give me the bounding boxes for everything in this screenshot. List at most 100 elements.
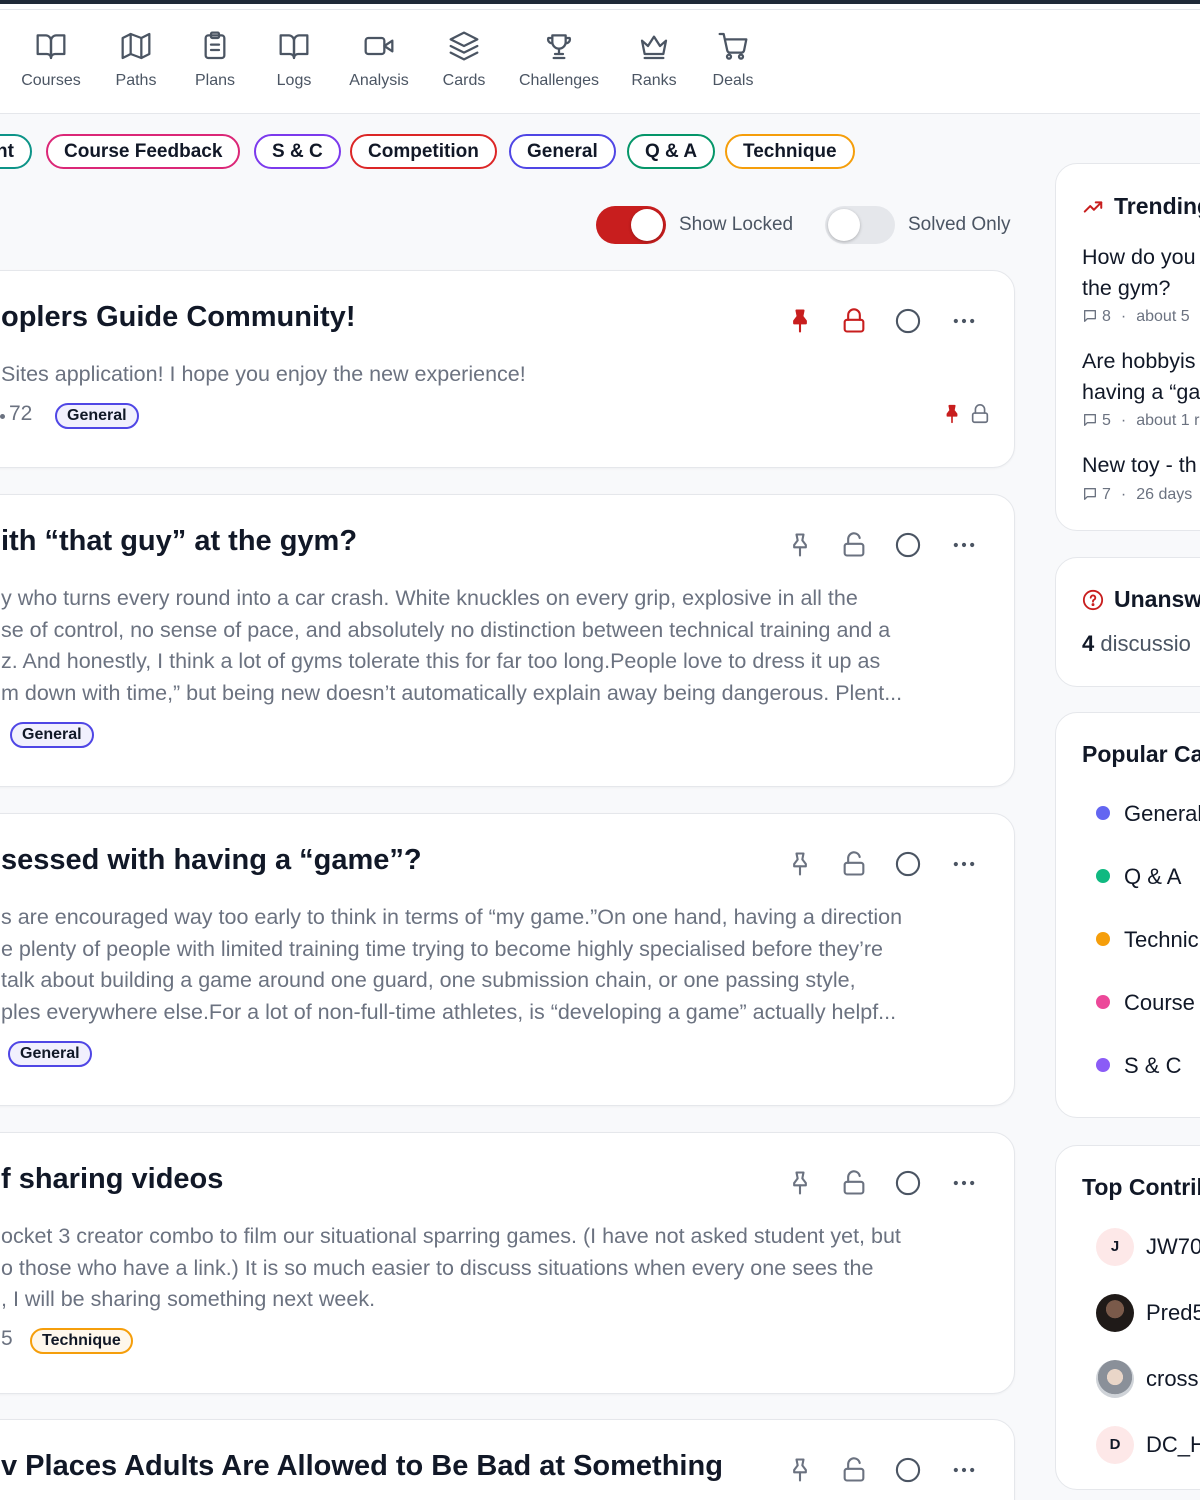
solved-circle-icon[interactable] — [894, 850, 922, 878]
contributor-item[interactable]: D DC_H — [1096, 1426, 1200, 1464]
popular-category-item[interactable]: Technic — [1096, 927, 1199, 953]
category-tag[interactable]: General — [8, 1041, 92, 1067]
avatar — [1096, 1360, 1134, 1398]
more-icon[interactable] — [950, 531, 978, 559]
locked-indicator-icon — [969, 403, 991, 430]
solved-only-label: Solved Only — [908, 214, 1011, 235]
category-color-dot — [1096, 932, 1110, 946]
popular-category-item[interactable]: Q & A — [1096, 864, 1181, 890]
nav-item-courses[interactable]: Courses — [9, 30, 93, 90]
solved-circle-icon[interactable] — [894, 531, 922, 559]
solved-circle-icon[interactable] — [894, 1169, 922, 1197]
show-locked-toggle[interactable] — [596, 206, 666, 244]
card-actions — [784, 1456, 994, 1486]
nav-item-cards[interactable]: Cards — [422, 30, 506, 90]
contributor-item[interactable]: J JW70 — [1096, 1228, 1200, 1266]
trending-meta: 8 · about 5 — [1082, 308, 1190, 329]
category-tag[interactable]: General — [55, 403, 139, 429]
category-label: Q & A — [1124, 864, 1182, 889]
toggle-knob — [631, 209, 663, 241]
discussion-card[interactable]: oplers Guide Community! Sites application… — [0, 270, 1015, 468]
nav-item-analysis[interactable]: Analysis — [337, 30, 421, 90]
category-label: Technic — [1124, 927, 1199, 952]
excerpt-line: ocket 3 creator combo to film our situat… — [1, 1224, 901, 1248]
nav-item-deals[interactable]: Deals — [691, 30, 775, 90]
category-tag[interactable]: General — [10, 722, 94, 748]
pin-icon[interactable] — [786, 531, 814, 559]
nav-item-ranks[interactable]: Ranks — [612, 30, 696, 90]
lock-icon[interactable] — [840, 1456, 868, 1484]
discussion-card[interactable]: ith “that guy” at the gym? y who turns ev… — [0, 494, 1015, 787]
solved-circle-icon[interactable] — [894, 1456, 922, 1484]
crown-icon — [612, 30, 696, 62]
comment-icon — [1082, 486, 1098, 507]
solved-circle-icon[interactable] — [894, 307, 922, 335]
category-chip[interactable]: S & C — [254, 134, 341, 169]
contributor-item[interactable]: cross — [1096, 1360, 1199, 1398]
discussion-card[interactable]: f sharing videos ocket 3 creator combo to… — [0, 1132, 1015, 1394]
trending-item[interactable]: New toy - th 7 · 26 days — [1056, 450, 1200, 530]
map-icon — [94, 30, 178, 62]
discussion-excerpt: ocket 3 creator combo to film our situat… — [1, 1221, 1014, 1316]
discussion-excerpt: y who turns every round into a car crash… — [1, 583, 1014, 709]
nav-item-logs[interactable]: Logs — [252, 30, 336, 90]
toggle-knob — [828, 209, 860, 241]
unanswered-count-line[interactable]: 4 discussio — [1082, 631, 1191, 657]
nav-item-plans[interactable]: Plans — [173, 30, 257, 90]
discussion-title[interactable]: oplers Guide Community! — [1, 301, 355, 334]
solved-only-toggle[interactable] — [825, 206, 895, 244]
cart-icon — [691, 30, 775, 62]
discussion-card[interactable]: sessed with having a “game”? s are encour… — [0, 813, 1015, 1106]
category-chip[interactable]: Competition — [350, 134, 497, 169]
discussion-title[interactable]: sessed with having a “game”? — [1, 844, 422, 877]
pin-icon[interactable] — [786, 850, 814, 878]
nav-item-paths[interactable]: Paths — [94, 30, 178, 90]
contributor-name: JW70 — [1146, 1234, 1200, 1259]
more-icon[interactable] — [950, 1456, 978, 1484]
comment-count: 72 — [9, 402, 33, 425]
lock-icon[interactable] — [840, 531, 868, 559]
contributor-name: cross — [1146, 1366, 1199, 1391]
discussion-title[interactable]: f sharing videos — [1, 1163, 223, 1196]
more-icon[interactable] — [950, 1169, 978, 1197]
category-chip[interactable]: General — [509, 134, 616, 169]
discussion-card[interactable]: v Places Adults Are Allowed to Be Bad at… — [0, 1419, 1015, 1500]
excerpt-line: y who turns every round into a car crash… — [1, 586, 858, 610]
lock-icon[interactable] — [840, 850, 868, 878]
comment-count: 7 — [1102, 486, 1111, 503]
more-icon[interactable] — [950, 307, 978, 335]
pin-icon[interactable] — [786, 1456, 814, 1484]
layers-icon — [422, 30, 506, 62]
category-chip[interactable]: nt — [0, 134, 32, 169]
trending-time: about 1 r — [1136, 412, 1200, 429]
pin-icon[interactable] — [786, 307, 814, 335]
popular-category-item[interactable]: Course — [1096, 990, 1195, 1016]
more-icon[interactable] — [950, 850, 978, 878]
contributor-item[interactable]: Pred5 — [1096, 1294, 1200, 1332]
lock-icon[interactable] — [840, 307, 868, 335]
popular-category-item[interactable]: S & C — [1096, 1053, 1181, 1079]
category-tag[interactable]: Technique — [30, 1328, 133, 1354]
category-label: S & C — [1124, 1053, 1182, 1078]
category-chip[interactable]: Course Feedback — [46, 134, 241, 169]
discussion-title[interactable]: ith “that guy” at the gym? — [1, 525, 357, 558]
category-chip[interactable]: Technique — [725, 134, 855, 169]
nav-item-challenges[interactable]: Challenges — [517, 30, 601, 90]
trending-time: 26 days — [1136, 486, 1193, 503]
discussion-excerpt: Sites application! I hope you enjoy the … — [1, 359, 1014, 391]
trending-question-line: the gym? — [1082, 276, 1171, 300]
discussion-title[interactable]: v Places Adults Are Allowed to Be Bad at… — [1, 1450, 723, 1483]
nav-item-label: Cards — [442, 72, 486, 89]
trending-item[interactable]: How do you the gym? 8 · about 5 — [1056, 242, 1200, 342]
category-chip[interactable]: Q & A — [627, 134, 716, 169]
trending-item[interactable]: Are hobbyis having a “ga 5 · about 1 r — [1056, 346, 1200, 446]
lock-icon[interactable] — [840, 1169, 868, 1197]
trophy-icon — [517, 30, 601, 62]
window-top-edge — [0, 0, 1200, 10]
avatar: D — [1096, 1426, 1134, 1464]
pin-icon[interactable] — [786, 1169, 814, 1197]
excerpt-line: se of control, no sense of pace, and abs… — [1, 617, 891, 642]
trending-question-line: How do you — [1082, 245, 1196, 269]
popular-category-item[interactable]: General — [1096, 801, 1200, 827]
avatar: J — [1096, 1228, 1134, 1266]
